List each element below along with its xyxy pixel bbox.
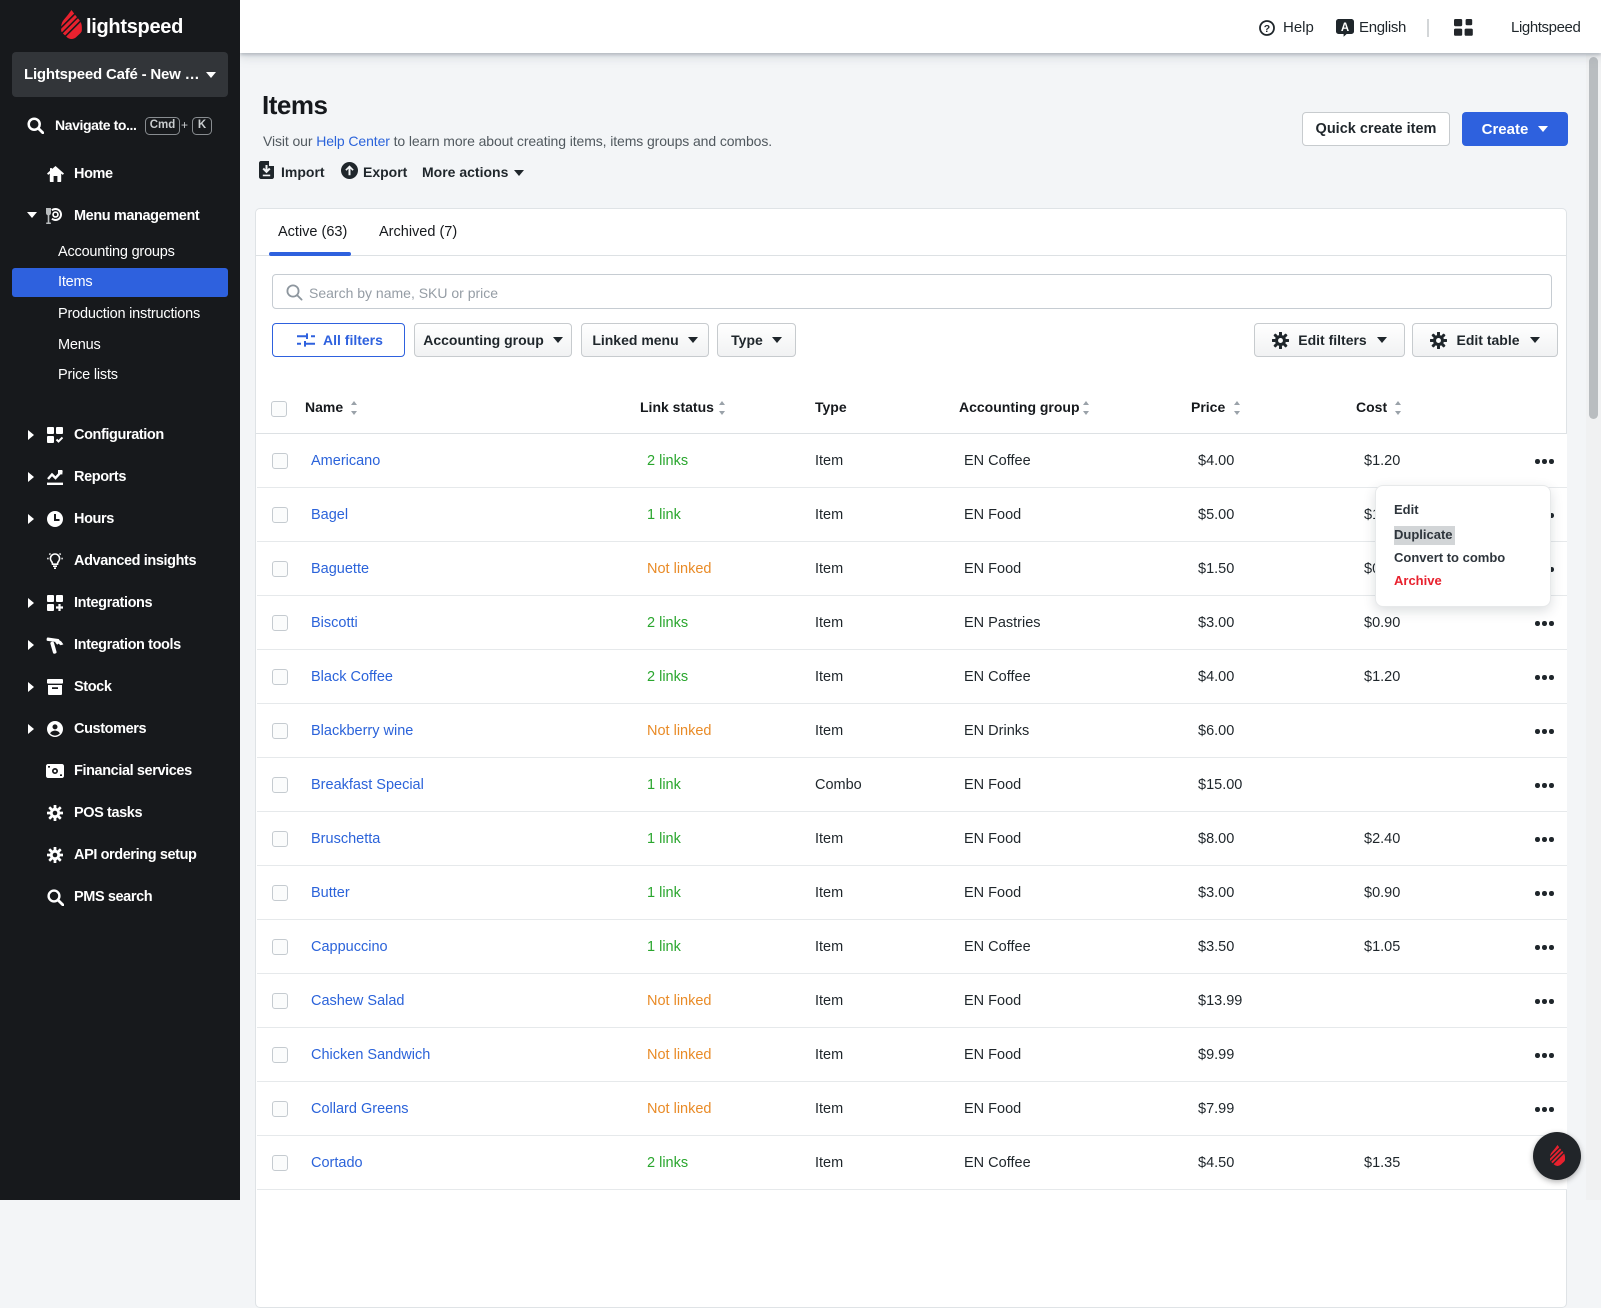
svg-text:A: A [1341,22,1349,34]
svg-text:?: ? [1264,23,1270,35]
